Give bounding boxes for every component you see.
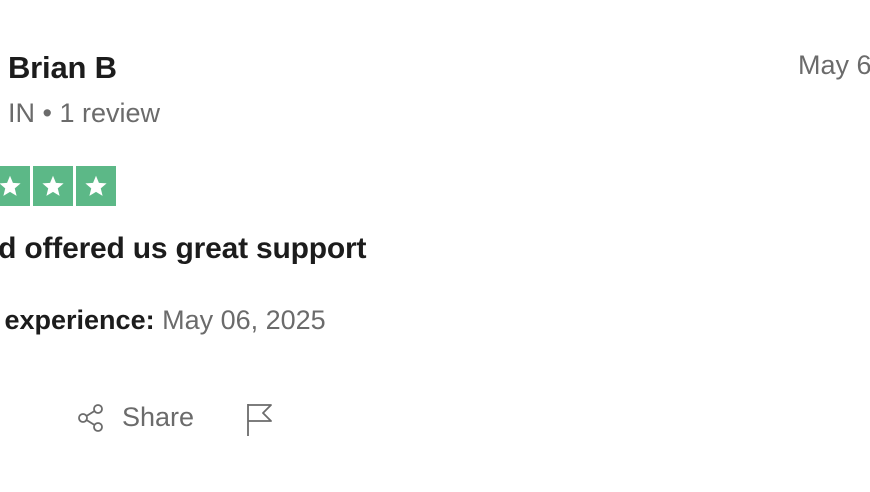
report-button[interactable] [244,402,274,438]
reviewer-name[interactable]: Brian B [8,50,117,86]
share-button[interactable]: Share [76,402,194,433]
experience-date: May 06, 2025 [162,305,326,335]
star-icon [0,166,30,206]
share-label: Share [122,402,195,432]
star-rating [0,166,116,206]
star-icon [76,166,116,206]
flag-icon [244,402,274,438]
reviewer-meta: IN • 1 review [8,98,160,128]
review-title[interactable]: ud offered us great support [0,232,366,266]
experience-label: f experience: [0,305,155,335]
share-icon [76,403,106,433]
star-icon [33,166,73,206]
review-date: May 6 [798,50,870,80]
date-of-experience: f experience: May 06, 2025 [0,305,326,336]
